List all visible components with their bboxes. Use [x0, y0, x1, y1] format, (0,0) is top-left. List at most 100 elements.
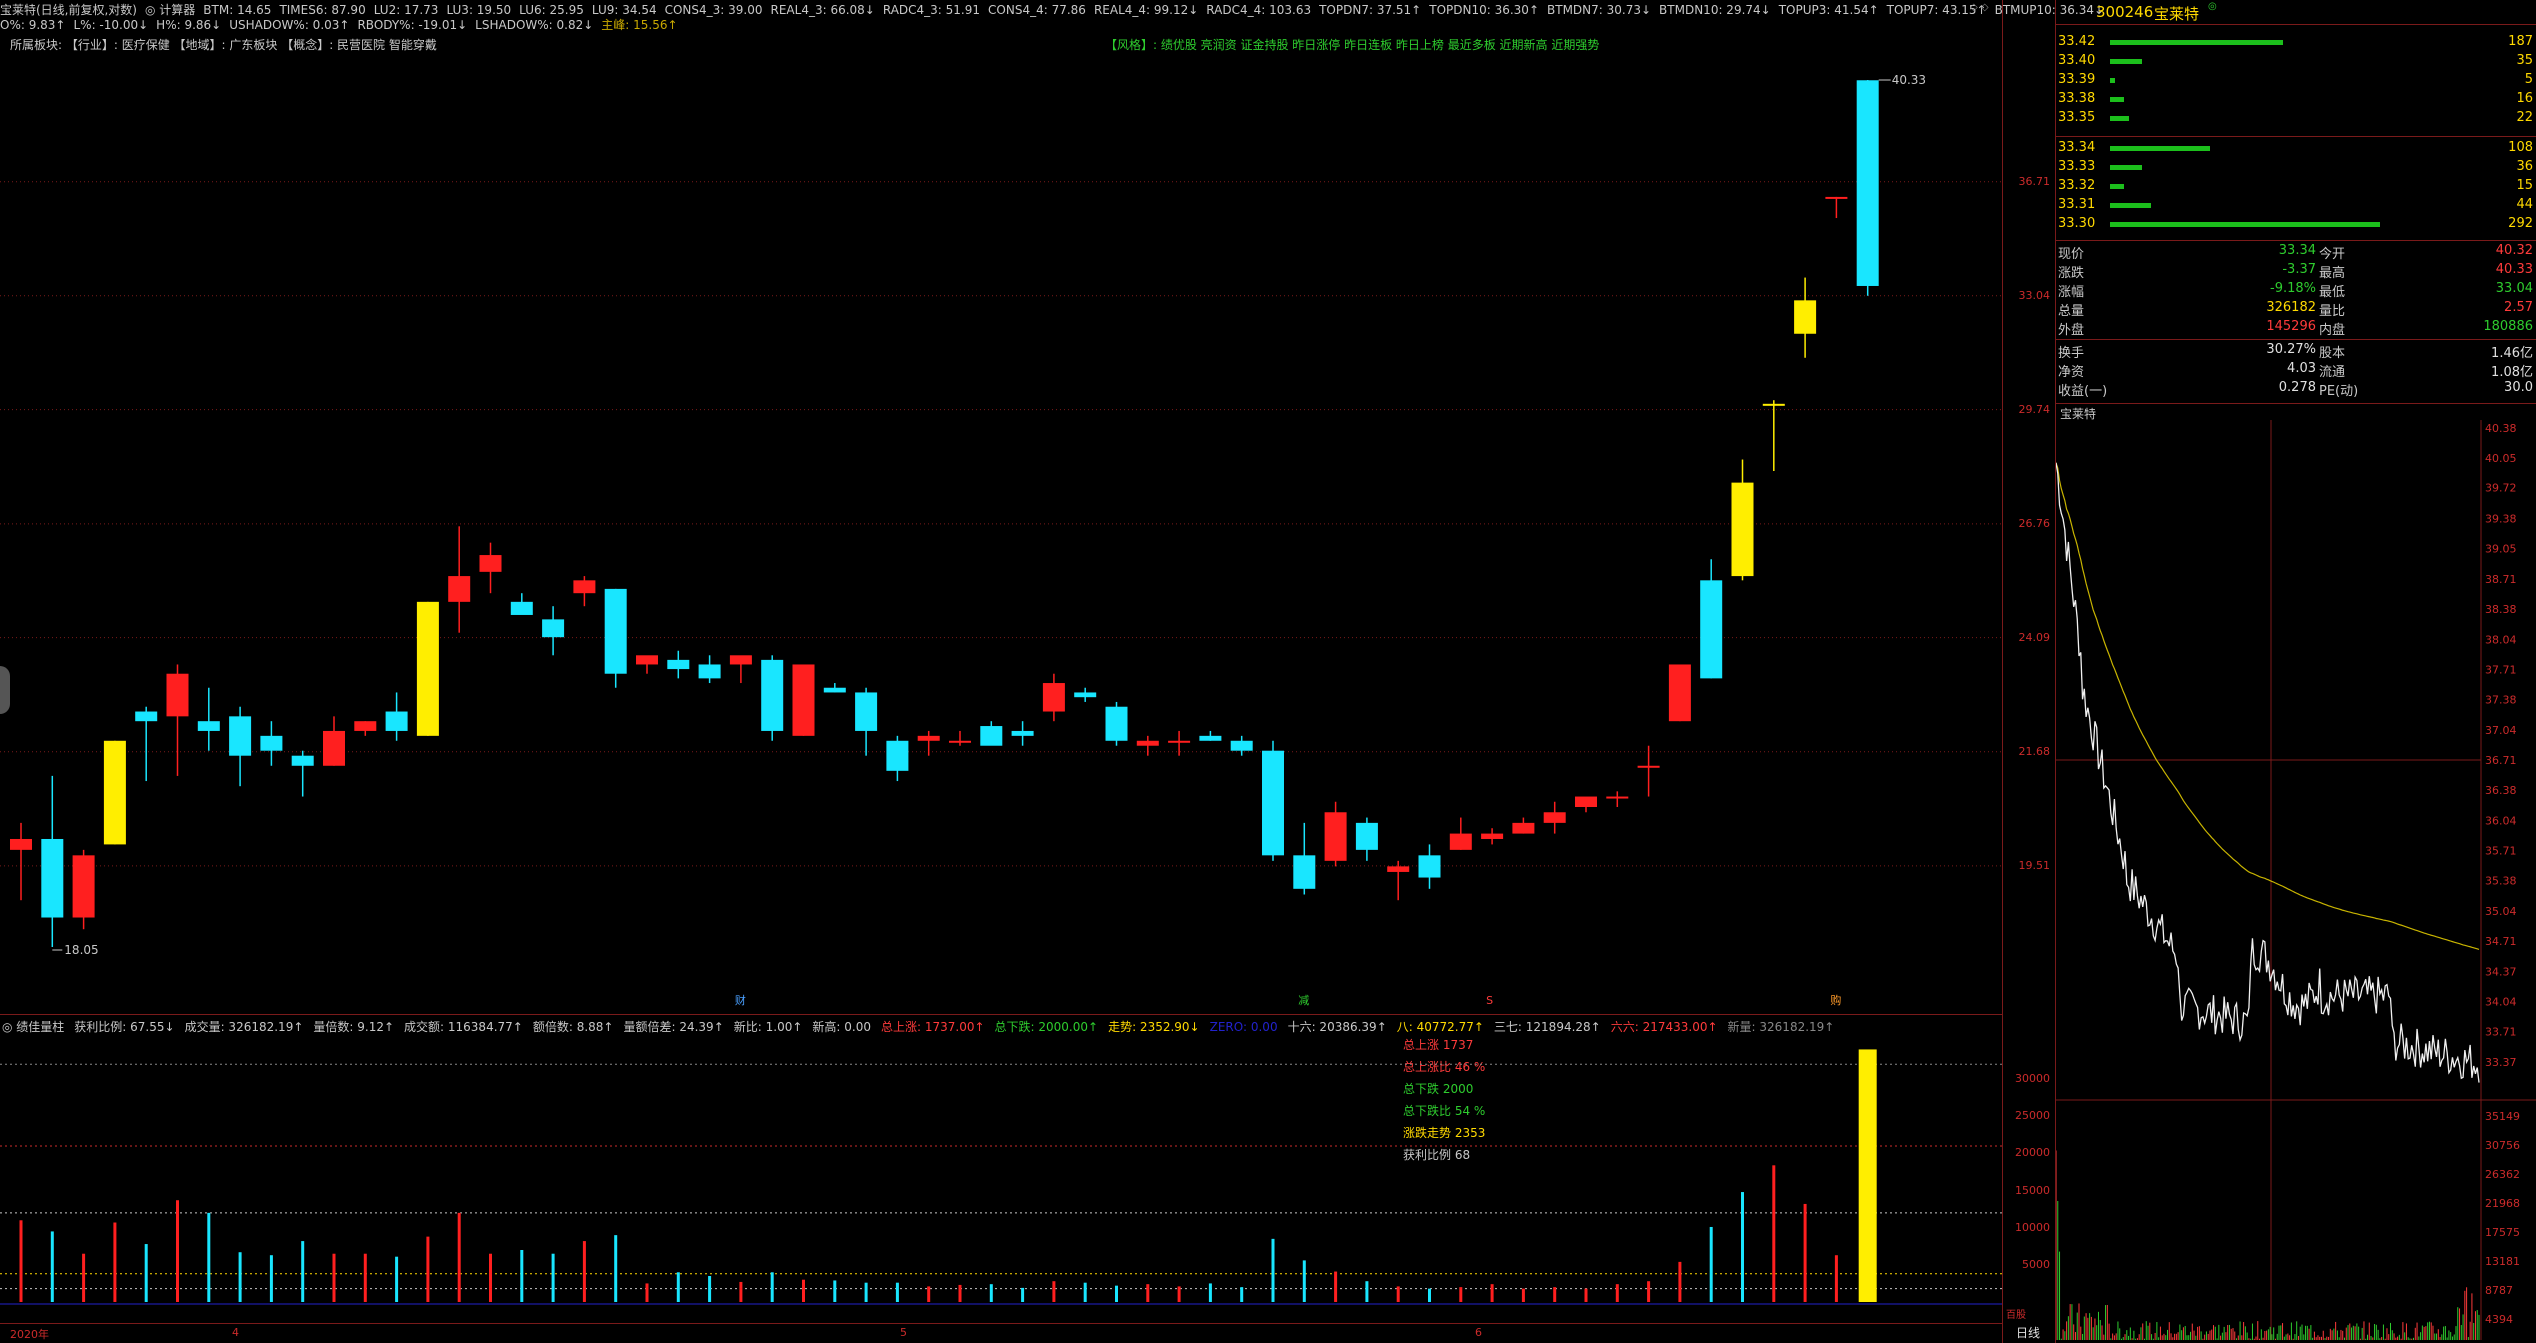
quote-value: 145296 — [2266, 319, 2316, 334]
volume-bar — [1302, 1260, 1306, 1302]
volume-bar — [1146, 1284, 1150, 1302]
header-value: 宝莱特(日线,前复权,对数) — [0, 3, 137, 17]
candle-body — [1512, 822, 1535, 834]
date-axis: 2020年 4 5 6 — [0, 1326, 2002, 1342]
candle — [1856, 80, 1879, 296]
orderbook-row: 33.39 5 — [2056, 72, 2536, 90]
header-value: RADC4_3: 51.91 — [882, 3, 981, 17]
intraday-volume-axis-label: 8787 — [2485, 1284, 2513, 1297]
candle-body — [1543, 812, 1566, 823]
candle-body — [354, 721, 377, 731]
header-value: TIMES6: 87.90 — [279, 3, 366, 17]
volume-bar — [1271, 1238, 1275, 1302]
candle — [855, 687, 878, 756]
volume-bar — [739, 1281, 743, 1302]
candle-body — [510, 601, 533, 615]
orderbook-volume: 292 — [2508, 216, 2533, 231]
intraday-chart[interactable]: 40.38 40.05 39.72 39.38 39.05 38.71 38.38 38.04… — [2056, 420, 2536, 1343]
quote-label: 最低 — [2319, 285, 2346, 300]
date-axis-label: 4 — [232, 1326, 239, 1339]
candle — [1825, 196, 1848, 219]
candle — [729, 655, 752, 684]
volume-chart[interactable] — [0, 1032, 2002, 1322]
candle — [448, 526, 471, 633]
orderbook-volume-bar — [2110, 59, 2143, 64]
panel-settings-icon[interactable]: ◇ ◇ — [1970, 2, 1989, 13]
header-value: ◎ 计算器 — [145, 3, 196, 17]
price-axis-label: 33.04 — [2018, 288, 2051, 302]
candle-body — [1293, 855, 1316, 889]
candlestick-chart[interactable]: 40.33 18.05 财 减 S 购 — [0, 50, 2002, 1013]
header-value: BTM: 14.65 — [203, 3, 272, 17]
stock-code: 300246 — [2096, 3, 2154, 21]
header-value: BTMDN10: 29.74↓ — [1659, 3, 1771, 17]
period-tab-daily[interactable]: 日线 — [2016, 1324, 2040, 1341]
header-value: LU6: 25.95 — [519, 3, 584, 17]
candle — [1324, 801, 1347, 867]
header-value: TOPDN10: 36.30↑ — [1429, 3, 1539, 17]
candle-body — [135, 711, 158, 722]
orderbook-volume: 36 — [2516, 159, 2533, 174]
volume-bar — [426, 1236, 430, 1302]
header-value: O%: 9.83↑ — [0, 18, 66, 32]
panel-divider — [0, 1014, 2002, 1015]
quote-row: 涨跌 -3.37 最高 40.33 — [2056, 262, 2536, 281]
intraday-volume-axis-label: 4394 — [2485, 1313, 2513, 1326]
collapse-handle[interactable] — [0, 666, 10, 714]
quote-panel: 300246 宝莱特 ◎ 33.42 187 33.40 35 33.39 5 33.38 1… — [2055, 0, 2536, 1343]
volume-axis-label: 20000 — [2015, 1146, 2050, 1160]
volume-axis-label: 30000 — [2015, 1072, 2050, 1086]
candle — [1168, 730, 1191, 756]
kline-panel[interactable]: 宝莱特(日线,前复权,对数) ◎ 计算器 BTM: 14.65 TIMES6: 87.… — [0, 0, 2104, 1343]
orderbook-row: 33.35 22 — [2056, 110, 2536, 128]
orderbook-volume-bar — [2110, 116, 2129, 121]
candle-body — [1355, 822, 1378, 850]
candle — [354, 721, 377, 736]
candle-body — [1136, 740, 1159, 746]
volume-bar — [1490, 1284, 1494, 1302]
header-value: LU3: 19.50 — [446, 3, 512, 17]
volume-bar — [1208, 1283, 1212, 1302]
divider — [2056, 339, 2536, 340]
candle-body — [917, 735, 940, 741]
candle-body — [1700, 580, 1723, 679]
candle-body — [792, 664, 815, 736]
candle-body — [823, 687, 846, 693]
quote-label: 涨跌 — [2058, 266, 2085, 281]
quote-row: 净资 4.03 流通 1.08亿 — [2056, 361, 2536, 380]
price-axis-label: 19.51 — [2018, 858, 2051, 872]
candle — [1637, 745, 1660, 797]
orderbook-volume-bar — [2110, 222, 2380, 227]
quote-value: -3.37 — [2282, 262, 2316, 277]
quote-label: 量比 — [2319, 304, 2346, 319]
quote-label: 内盘 — [2319, 323, 2346, 338]
volume-bar — [770, 1272, 774, 1302]
quote-label: 最高 — [2319, 266, 2346, 281]
event-marker: 减 — [1298, 994, 1309, 1007]
candle-body — [10, 838, 32, 850]
info-icon[interactable]: ◎ — [2208, 1, 2217, 12]
low-price-label: 18.05 — [64, 943, 98, 957]
quote-row: 换手 30.27% 股本 1.46亿 — [2056, 342, 2536, 361]
intraday-volume-axis-label: 13181 — [2485, 1255, 2520, 1268]
volume-bar — [176, 1200, 179, 1302]
intraday-axis-label: 34.04 — [2485, 996, 2517, 1009]
candle-body — [1481, 833, 1504, 839]
orderbook-volume-bar — [2110, 165, 2143, 170]
candle — [260, 721, 283, 766]
volume-bar — [708, 1276, 712, 1302]
volume-bar — [1647, 1281, 1651, 1302]
candle — [10, 822, 32, 901]
candle-body — [448, 576, 471, 602]
candle-body — [166, 673, 189, 717]
price-axis-label: 29.74 — [2018, 402, 2051, 416]
volume-bar — [1365, 1281, 1369, 1302]
candle-body — [1199, 735, 1222, 741]
volume-bar — [833, 1280, 837, 1302]
header-value: TOPUP3: 41.54↑ — [1778, 3, 1879, 17]
quote-value: 40.32 — [2495, 243, 2533, 258]
candle-body — [1105, 706, 1128, 741]
volume-bar — [269, 1255, 273, 1302]
candle-body — [698, 664, 721, 679]
volume-bar — [363, 1253, 367, 1302]
